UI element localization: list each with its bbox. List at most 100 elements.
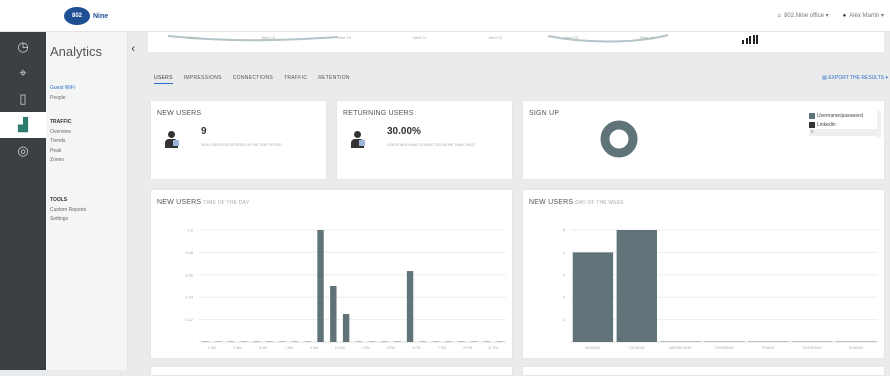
sidebar-title: Analytics [50,44,103,59]
tab-impressions[interactable]: IMPRESSIONS [184,75,222,84]
y-tick-label: 0.6 [187,228,193,233]
y-tick-label: 5 [563,228,566,233]
legend-close-bar[interactable]: x [809,129,879,136]
x-tick-label: 9 AM [310,346,318,350]
sidebar-item-settings[interactable]: Settings [50,215,86,225]
signup-card: SIGN UP Username/password Linkedin x [522,100,885,180]
returning-users-desc: USERS WHO HAVE CONNECTED MORE THAN ONCE [387,143,475,147]
new-users-title: NEW USERS [157,110,202,117]
sidebar-item-people[interactable]: People [50,94,75,104]
sidebar-item-trends[interactable]: Trends [50,137,71,147]
x-tick-label: 3 AM [233,346,241,350]
brand-logo[interactable]: 802 Nine [64,6,108,26]
new-users-value: 9 [201,126,207,137]
signup-title: SIGN UP [529,110,560,117]
tab-connections[interactable]: CONNECTIONS [233,75,273,84]
tab-bar: USERS IMPRESSIONS CONNECTIONS TRAFFIC RE… [154,75,350,84]
x-tick-label: SATURDAY [803,346,823,350]
legend-label: Linkedin [817,121,836,128]
returning-user-icon [351,131,365,149]
bar [330,286,337,342]
mini-label: Wed 9 [188,35,200,40]
mini-label: Wed 10 [261,35,276,40]
dashboard-icon[interactable]: ◷ [0,34,46,60]
x-tick-label: MONDAY [585,346,601,350]
x-tick-label: 11 AM [335,346,345,350]
user-area: ⌂ 802.Nine office ▾ ● Alex Martin ▾ [777,12,884,19]
logo-mark: 802 [64,7,90,25]
x-tick-label: 7 AM [284,346,292,350]
marketing-icon[interactable]: ◎ [0,138,46,164]
locations-icon[interactable]: ⌖ [0,60,46,86]
office-icon: ⌂ [777,13,782,19]
x-tick-label: SUNDAY [849,346,864,350]
icon-bar: ◷ ⌖ ▯ ▟ ◎ [0,32,46,370]
y-tick-label: 2 [563,295,566,300]
y-tick-label: 0.36 [185,272,194,277]
mini-label: Wed 20 [337,35,351,40]
bar [616,230,657,342]
x-tick-label: 1 PM [361,346,369,350]
mini-label: Wed 23 [564,35,579,40]
legend-item-linkedin[interactable]: Linkedin [809,120,881,129]
top-bar: 802 Nine ⌂ 802.Nine office ▾ ● Alex Martin… [0,0,890,32]
tab-users[interactable]: USERS [154,75,173,84]
x-tick-label: 1 AM [208,346,216,350]
y-tick-label: 0.48 [185,250,194,255]
office-label: 802.Nine office [784,13,824,19]
mini-trend-chart: Wed 9 Wed 10 Wed 20 Wed 21 Wed 22 Wed 23… [148,32,884,52]
legend-label: Username/password [817,112,863,119]
sidebar-header-traffic: TRAFFIC [50,119,72,125]
tab-traffic[interactable]: TRAFFIC [284,75,307,84]
donut-slice-username [600,120,638,158]
bar [317,230,324,342]
y-tick-label: 0.24 [185,295,194,300]
returning-users-value: 30.00% [387,126,421,137]
devices-icon[interactable]: ▯ [0,86,46,112]
time-of-day-chart: 0.12 0.24 0.36 0.48 0.6 1 AM 3 AM 5 AM 7 AM 9 AM 1… [185,228,506,350]
mini-label: Wed 21 [412,35,427,40]
y-tick-label: 1 [563,317,566,322]
x-tick-label: WEDNESDAY [669,346,692,350]
tab-retention[interactable]: RETENTION [318,75,350,84]
sidebar-item-custom-reports[interactable]: Custom Reports [50,206,86,216]
y-tick-label: 0.12 [185,317,194,322]
user-icon: ● [842,13,847,19]
sidebar-item-zones[interactable]: Zones [50,156,71,166]
returning-users-title: RETURNING USERS [343,110,414,117]
x-tick-label: 7 PM [438,346,446,350]
signup-legend: Username/password Linkedin x [809,111,881,138]
day-of-week-chart: 1 2 3 4 5 MONDAY TUESDAY WEDNESDAY THURSDAY FRIDA… [563,228,878,350]
mini-chart-labels: Wed 9 Wed 10 Wed 20 Wed 21 Wed 22 Wed 23… [188,35,654,40]
logo-suffix: Nine [93,12,109,20]
mini-label: Wed 22 [488,35,503,40]
legend-item-username[interactable]: Username/password [809,111,881,120]
x-tick-label: TUESDAY [628,346,645,350]
x-tick-label: 11 PM [488,346,498,350]
x-tick-label: 9 PM [463,346,471,350]
mini-label: Wed 24 [640,35,654,40]
new-users-card: NEW USERS 9 NEW USERS REGISTERED IN THE … [150,100,327,180]
returning-users-card: RETURNING USERS 30.00% USERS WHO HAVE CO… [336,100,513,180]
mini-bars [742,34,758,44]
office-selector[interactable]: ⌂ 802.Nine office ▾ [777,12,828,19]
sidebar-group-tools: TOOLS Custom Reports Settings [50,196,86,225]
x-tick-label: THURSDAY [715,346,735,350]
export-label: EXPORT THE RESULTS [828,75,885,81]
sidebar-group-traffic: TRAFFIC Overview Trends Peak Zones [50,118,71,166]
sidebar-item-peak[interactable]: Peak [50,147,71,157]
export-button[interactable]: ▤ EXPORT THE RESULTS ▾ [822,75,888,81]
bar [342,314,350,342]
legend-scrollbar[interactable] [877,111,881,138]
sidebar-item-guest-wifi[interactable]: Guest WiFi [50,84,75,94]
time-of-day-card: NEW USERS TIME OF THE DAY 0.12 0.24 0.36 0.… [150,189,513,359]
sidebar-header-tools: TOOLS [50,197,68,203]
x-tick-label: FRIDAY [762,346,776,350]
x-tick-label: 3 PM [387,346,395,350]
sidebar-item-overview[interactable]: Overview [50,128,71,138]
bar [572,252,614,342]
day-of-week-card: NEW USERS DAY OF THE WEEK 1 2 3 4 5 MONDAY TUE… [522,189,885,359]
sidebar: Analytics ‹ Guest WiFi People TRAFFIC Ov… [46,32,135,370]
user-menu[interactable]: ● Alex Martin ▾ [843,12,884,19]
analytics-icon[interactable]: ▟ [0,112,46,138]
